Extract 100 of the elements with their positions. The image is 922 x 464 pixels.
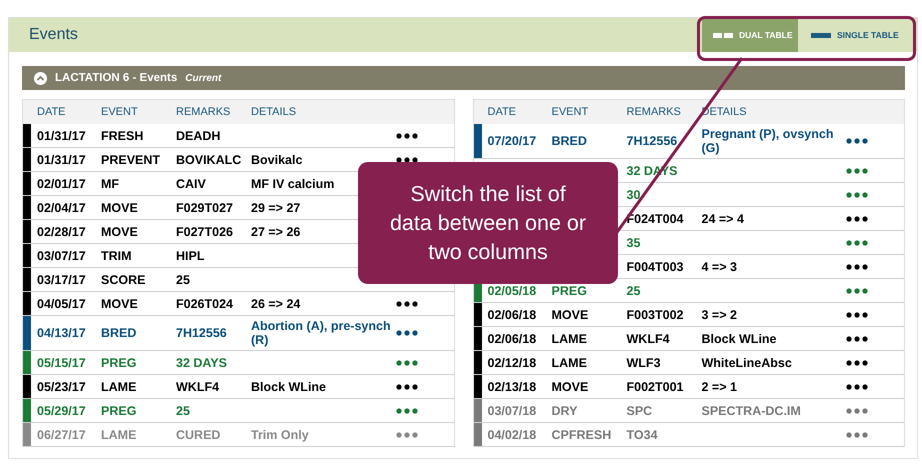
two-column-icon	[713, 32, 733, 38]
table-cell-text: 07/20/17	[488, 133, 538, 150]
table-cell-text: 02/12/18	[488, 354, 538, 372]
table-cell-text: 27 => 26	[251, 224, 302, 240]
table-cell-text: HIPL	[176, 248, 206, 264]
table-cell-text: FRESH	[101, 128, 144, 144]
table-cell-text: 04/02/18	[488, 426, 538, 444]
table-cell-text: 03/07/17	[37, 248, 87, 264]
table-cell-text: 26 => 24	[251, 296, 302, 312]
table-cell-text: 01/31/17	[37, 128, 87, 144]
more-icon[interactable]	[846, 138, 868, 144]
table-cell-text: 06/27/17	[37, 426, 87, 444]
table-cell-text: 30	[626, 186, 642, 204]
table-cell-text: 05/23/17	[37, 378, 87, 396]
table-cell-text: 02/13/18	[488, 378, 538, 396]
table-cell-text: BOVIKALC	[176, 152, 242, 168]
table-cell-text: PREG	[552, 282, 588, 300]
table-cell-text: F026T024	[176, 296, 234, 312]
table-cell-text: 04/13/17	[37, 325, 87, 342]
table-cell-text: F024T004	[626, 210, 684, 228]
table-cell-text: 02/04/17	[37, 200, 87, 216]
table-cell-text: CPFRESH	[552, 426, 612, 444]
table-cell-text: Abortion (A), pre-synch (R)	[251, 318, 392, 349]
column-header: REMARKS	[176, 106, 232, 118]
table-cell-text: Trim Only	[251, 426, 310, 444]
more-icon[interactable]	[846, 336, 868, 342]
table-cell-text: 29 => 27	[251, 200, 302, 216]
table-cell-text: 32 DAYS	[176, 354, 228, 372]
table-cell-text: 02/01/17	[37, 176, 87, 192]
more-icon[interactable]	[846, 384, 868, 390]
table-cell-text: LAME	[101, 426, 138, 444]
table-cell-text: PREG	[101, 402, 138, 420]
table-cell-text: 25	[176, 402, 191, 420]
table-cell-text: F002T001	[626, 378, 684, 396]
table-cell-text: 7H12556	[626, 133, 678, 150]
table-cell-text: F029T027	[176, 200, 234, 216]
table-cell-text: BRED	[552, 133, 588, 150]
table-cell-text: LAME	[552, 330, 588, 348]
table-cell-text: WKLF4	[626, 330, 671, 348]
callout-text: Switch the list of data between one or two columns	[358, 162, 618, 284]
table-cell-text: Block WLine	[702, 330, 778, 348]
column-header: REMARKS	[626, 106, 682, 118]
table-cell-text: MOVE	[101, 296, 139, 312]
table-cell-text: 03/17/17	[37, 272, 87, 288]
table-cell-text: F027T026	[176, 224, 234, 240]
table-cell-text: DRY	[552, 402, 578, 420]
table-cell-text: MF IV calcium	[251, 176, 336, 192]
view-tab[interactable]: SINGLE TABLE	[798, 18, 906, 52]
table-cell-text: 25	[626, 282, 642, 300]
table-cell-text: MOVE	[101, 200, 139, 216]
table-cell-text: PREVENT	[101, 152, 162, 168]
table-cell-text: 01/31/17	[37, 152, 87, 168]
table-cell-text: Pregnant (P), ovsynch (G)	[702, 126, 834, 157]
table-cell-text: SPC	[626, 402, 654, 420]
column-header: EVENT	[552, 106, 590, 118]
panel-title: Events	[29, 26, 78, 44]
table-cell-text: 02/28/17	[37, 224, 87, 240]
table-cell-text: MOVE	[552, 378, 590, 396]
table-cell-text: TO34	[626, 426, 659, 444]
status-label: Current	[185, 72, 222, 84]
table-cell-text: 03/07/18	[488, 402, 538, 420]
table-cell-text: WLF3	[626, 354, 662, 372]
table-cell-text: F003T002	[626, 306, 684, 324]
column-header: DATE	[37, 106, 67, 118]
table-cell-text: 02/05/18	[488, 282, 538, 300]
table-cell-text: Bovikalc	[251, 152, 304, 168]
table-cell-text: 02/06/18	[488, 306, 538, 324]
table-cell-text: 35	[626, 234, 642, 252]
table-cell-text: SPECTRA-DC.IM	[702, 402, 802, 420]
table-cell-text: 24 => 4	[702, 210, 745, 228]
more-icon[interactable]	[396, 132, 418, 138]
table-cell-text: 4 => 3	[702, 258, 738, 276]
table-cell-text: TRIM	[101, 248, 133, 264]
collapse-icon[interactable]	[34, 72, 47, 84]
table-cell-text: F004T003	[626, 258, 684, 276]
column-header: EVENT	[101, 106, 139, 118]
more-icon[interactable]	[396, 300, 418, 306]
one-column-icon	[811, 32, 831, 38]
more-icon[interactable]	[396, 156, 418, 162]
column-header: DETAILS	[251, 106, 298, 118]
table-cell-text: BRED	[101, 325, 138, 342]
table-cell-text: 04/05/17	[37, 296, 87, 312]
more-icon[interactable]	[846, 216, 868, 222]
more-icon[interactable]	[846, 312, 868, 318]
table-cell-text: WKLF4	[176, 378, 220, 396]
table-cell-text: 2 => 1	[702, 378, 738, 396]
more-icon[interactable]	[846, 360, 868, 366]
table-cell-text: CAIV	[176, 176, 207, 192]
column-header: DATE	[488, 106, 518, 118]
table-cell-text: 3 => 2	[702, 306, 738, 324]
table-cell-text: MF	[101, 176, 120, 192]
more-icon[interactable]	[846, 264, 868, 270]
more-icon[interactable]	[396, 384, 418, 390]
table-cell-text: WhiteLineAbsc	[702, 354, 793, 372]
more-icon[interactable]	[396, 330, 418, 336]
table-cell-text: LAME	[552, 354, 588, 372]
table-cell-text: Block WLine	[251, 378, 328, 396]
table-cell-text: MOVE	[552, 306, 590, 324]
table-cell-text: 05/29/17	[37, 402, 87, 420]
section-title: LACTATION 6 - Events	[55, 72, 178, 84]
